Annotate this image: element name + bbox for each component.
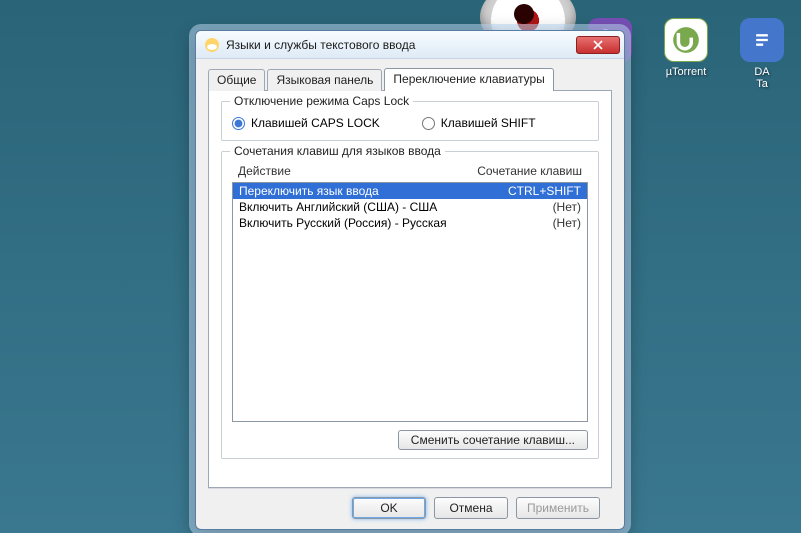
radio-shift[interactable]: Клавишей SHIFT bbox=[422, 116, 536, 130]
group-hotkeys: Сочетания клавиш для языков ввода Действ… bbox=[221, 151, 599, 459]
change-hotkey-button[interactable]: Сменить сочетание клавиш... bbox=[398, 430, 588, 450]
row-action: Включить Русский (Россия) - Русская bbox=[239, 216, 447, 230]
dialog-buttons: OK Отмена Применить bbox=[208, 488, 612, 519]
list-row[interactable]: Переключить язык ввода CTRL+SHIFT bbox=[233, 183, 587, 199]
group-hotkeys-legend: Сочетания клавиш для языков ввода bbox=[230, 144, 445, 158]
col-keys: Сочетание клавиш bbox=[477, 164, 582, 178]
window-title: Языки и службы текстового ввода bbox=[226, 38, 576, 52]
tabstrip: Общие Языковая панель Переключение клави… bbox=[208, 67, 612, 90]
radio-capslock-input[interactable] bbox=[232, 117, 245, 130]
row-keys: CTRL+SHIFT bbox=[508, 184, 581, 198]
da-icon bbox=[740, 18, 784, 62]
group-capslock: Отключение режима Caps Lock Клавишей CAP… bbox=[221, 101, 599, 141]
row-action: Переключить язык ввода bbox=[239, 184, 379, 198]
group-capslock-legend: Отключение режима Caps Lock bbox=[230, 94, 413, 108]
desktop-icon-label: µTorrent bbox=[657, 66, 715, 78]
row-keys: (Нет) bbox=[553, 216, 581, 230]
hotkeys-listbox[interactable]: Переключить язык вводаCTRL+SHIFTВключить… bbox=[232, 182, 588, 422]
radio-shift-label: Клавишей SHIFT bbox=[441, 116, 536, 130]
client-area: Общие Языковая панель Переключение клави… bbox=[196, 59, 624, 529]
radio-capslock[interactable]: Клавишей CAPS LOCK bbox=[232, 116, 380, 130]
apply-button[interactable]: Применить bbox=[516, 497, 600, 519]
utorrent-icon bbox=[664, 18, 708, 62]
window-icon bbox=[204, 37, 220, 53]
cancel-button[interactable]: Отмена bbox=[434, 497, 508, 519]
tab-language-bar[interactable]: Языковая панель bbox=[267, 69, 382, 91]
radio-shift-input[interactable] bbox=[422, 117, 435, 130]
tab-pane: Отключение режима Caps Lock Клавишей CAP… bbox=[208, 90, 612, 488]
desktop-icon-da[interactable]: DA Ta bbox=[733, 18, 791, 90]
tab-general[interactable]: Общие bbox=[208, 69, 265, 91]
col-action: Действие bbox=[238, 164, 291, 178]
titlebar[interactable]: Языки и службы текстового ввода bbox=[196, 31, 624, 59]
row-keys: (Нет) bbox=[553, 200, 581, 214]
list-row[interactable]: Включить Русский (Россия) - Русская (Нет) bbox=[233, 215, 587, 231]
desktop-icon-utorrent[interactable]: µTorrent bbox=[657, 18, 715, 90]
close-button[interactable] bbox=[576, 36, 620, 54]
dialog-window: Языки и службы текстового ввода Общие Яз… bbox=[195, 30, 625, 530]
ok-button[interactable]: OK bbox=[352, 497, 426, 519]
radio-capslock-label: Клавишей CAPS LOCK bbox=[251, 116, 380, 130]
desktop-icon-label: DA Ta bbox=[733, 66, 791, 90]
row-action: Включить Английский (США) - США bbox=[239, 200, 437, 214]
list-header: Действие Сочетание клавиш bbox=[232, 162, 588, 180]
tab-keyboard-switch[interactable]: Переключение клавиатуры bbox=[384, 68, 553, 91]
list-row[interactable]: Включить Английский (США) - США (Нет) bbox=[233, 199, 587, 215]
